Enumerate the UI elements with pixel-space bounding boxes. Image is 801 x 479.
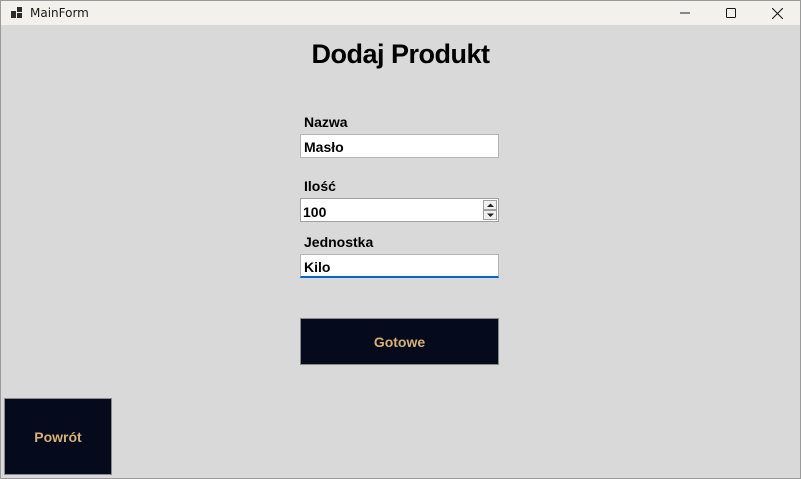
spin-up-button[interactable]	[483, 200, 497, 210]
page-title: Dodaj Produkt	[311, 39, 490, 69]
spin-buttons	[483, 200, 497, 220]
jednostka-label: Jednostka	[304, 234, 374, 250]
app-icon	[11, 7, 22, 18]
close-icon	[771, 7, 783, 19]
minimize-button[interactable]	[662, 1, 708, 25]
back-button[interactable]: Powrót	[4, 398, 112, 475]
nazwa-input[interactable]: Masło	[300, 134, 499, 158]
jednostka-input[interactable]: Kilo	[300, 254, 499, 278]
spin-up-icon	[487, 203, 494, 207]
maximize-button[interactable]	[708, 1, 754, 25]
main-window: MainForm Dodaj Produkt Nazwa Masło Ilość…	[0, 0, 801, 479]
ilosc-stepper[interactable]: 100	[300, 198, 499, 222]
spin-down-button[interactable]	[483, 210, 497, 220]
nazwa-label: Nazwa	[304, 114, 348, 130]
minimize-icon	[680, 12, 690, 14]
maximize-icon	[726, 8, 736, 18]
submit-button[interactable]: Gotowe	[300, 318, 499, 365]
spin-down-icon	[487, 213, 494, 217]
close-button[interactable]	[754, 1, 800, 25]
title-bar[interactable]: MainForm	[1, 1, 800, 25]
ilosc-value[interactable]: 100	[303, 204, 326, 220]
window-title: MainForm	[30, 6, 89, 20]
ilosc-label: Ilość	[304, 178, 336, 194]
